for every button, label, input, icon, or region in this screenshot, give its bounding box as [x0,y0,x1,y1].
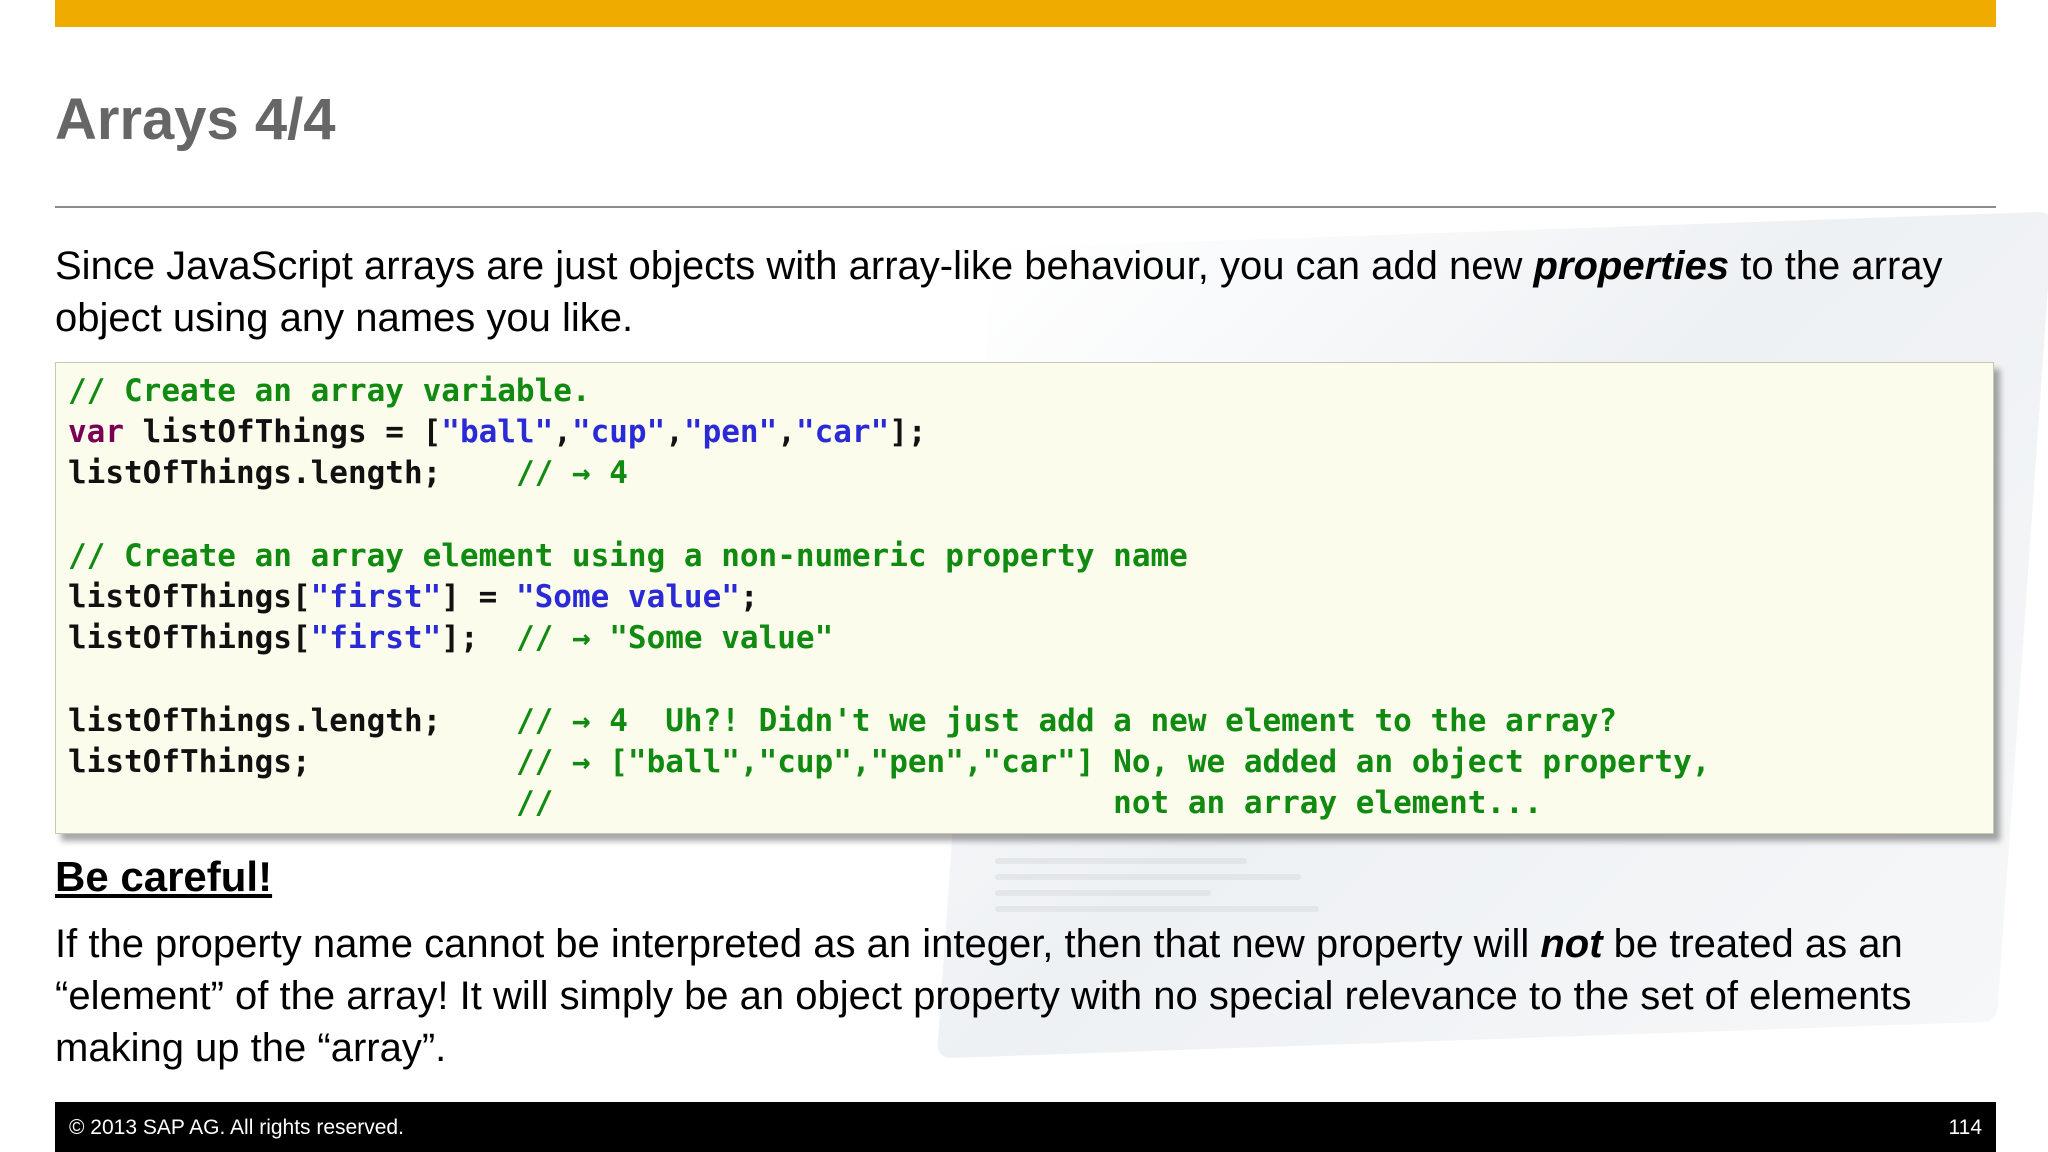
code-string: "first" [310,579,442,616]
intro-text-1: Since JavaScript arrays are just objects… [55,244,1534,288]
code-text: listOfThings.length; [68,702,516,739]
code-text: ]; [889,414,927,451]
explain-text-1: If the property name cannot be interpret… [55,922,1541,966]
intro-emphasis: properties [1533,244,1730,288]
explain-emphasis: not [1540,922,1603,966]
code-text: , [553,414,572,451]
copyright-text: © 2013 SAP AG. All rights reserved. [69,1116,404,1139]
code-text: ; [739,579,759,616]
background-code-graphic [995,848,1355,918]
code-keyword: var [68,414,124,451]
code-text: listOfThings; [68,743,516,780]
explanation-paragraph: If the property name cannot be interpret… [55,918,1995,1074]
accent-bar [55,0,1996,27]
code-text: , [665,414,684,451]
code-comment: // Create an array variable. [68,373,591,409]
code-comment: // → 4 Uh?! Didn't we just add a new ele… [515,702,1618,739]
code-text: , [777,414,796,451]
code-text: listOfThings[ [68,579,311,616]
code-comment: // not an array element... [515,785,1543,822]
code-comment: // → "Some value" [515,620,834,657]
page-number: 114 [1948,1116,1982,1139]
code-string: "car" [795,414,890,451]
code-block: // Create an array variable. var listOfT… [55,362,1994,834]
footer-bar: © 2013 SAP AG. All rights reserved. 114 [55,1102,1996,1152]
code-text: listOfThings = [ [124,414,442,451]
code-comment: // Create an array element using a non-n… [68,537,1188,574]
slide-title: Arrays 4/4 [55,87,336,152]
code-text: ]; [441,620,516,657]
code-text: listOfThings[ [68,620,311,657]
code-string: "ball" [441,414,554,451]
careful-heading: Be careful! [55,853,273,900]
code-listing: // Create an array variable. var listOfT… [68,371,1710,824]
code-string: "cup" [571,414,666,451]
intro-paragraph: Since JavaScript arrays are just objects… [55,240,1995,344]
code-string: "first" [310,620,442,657]
code-comment: // → ["ball","cup","pen","car"] No, we a… [515,743,1711,780]
code-text: listOfThings.length; [68,455,516,492]
code-comment: // → 4 [515,455,628,492]
code-text: ] = [441,579,516,616]
code-string: "pen" [683,414,778,451]
code-string: "Some value" [515,579,740,616]
title-divider [55,206,1996,208]
